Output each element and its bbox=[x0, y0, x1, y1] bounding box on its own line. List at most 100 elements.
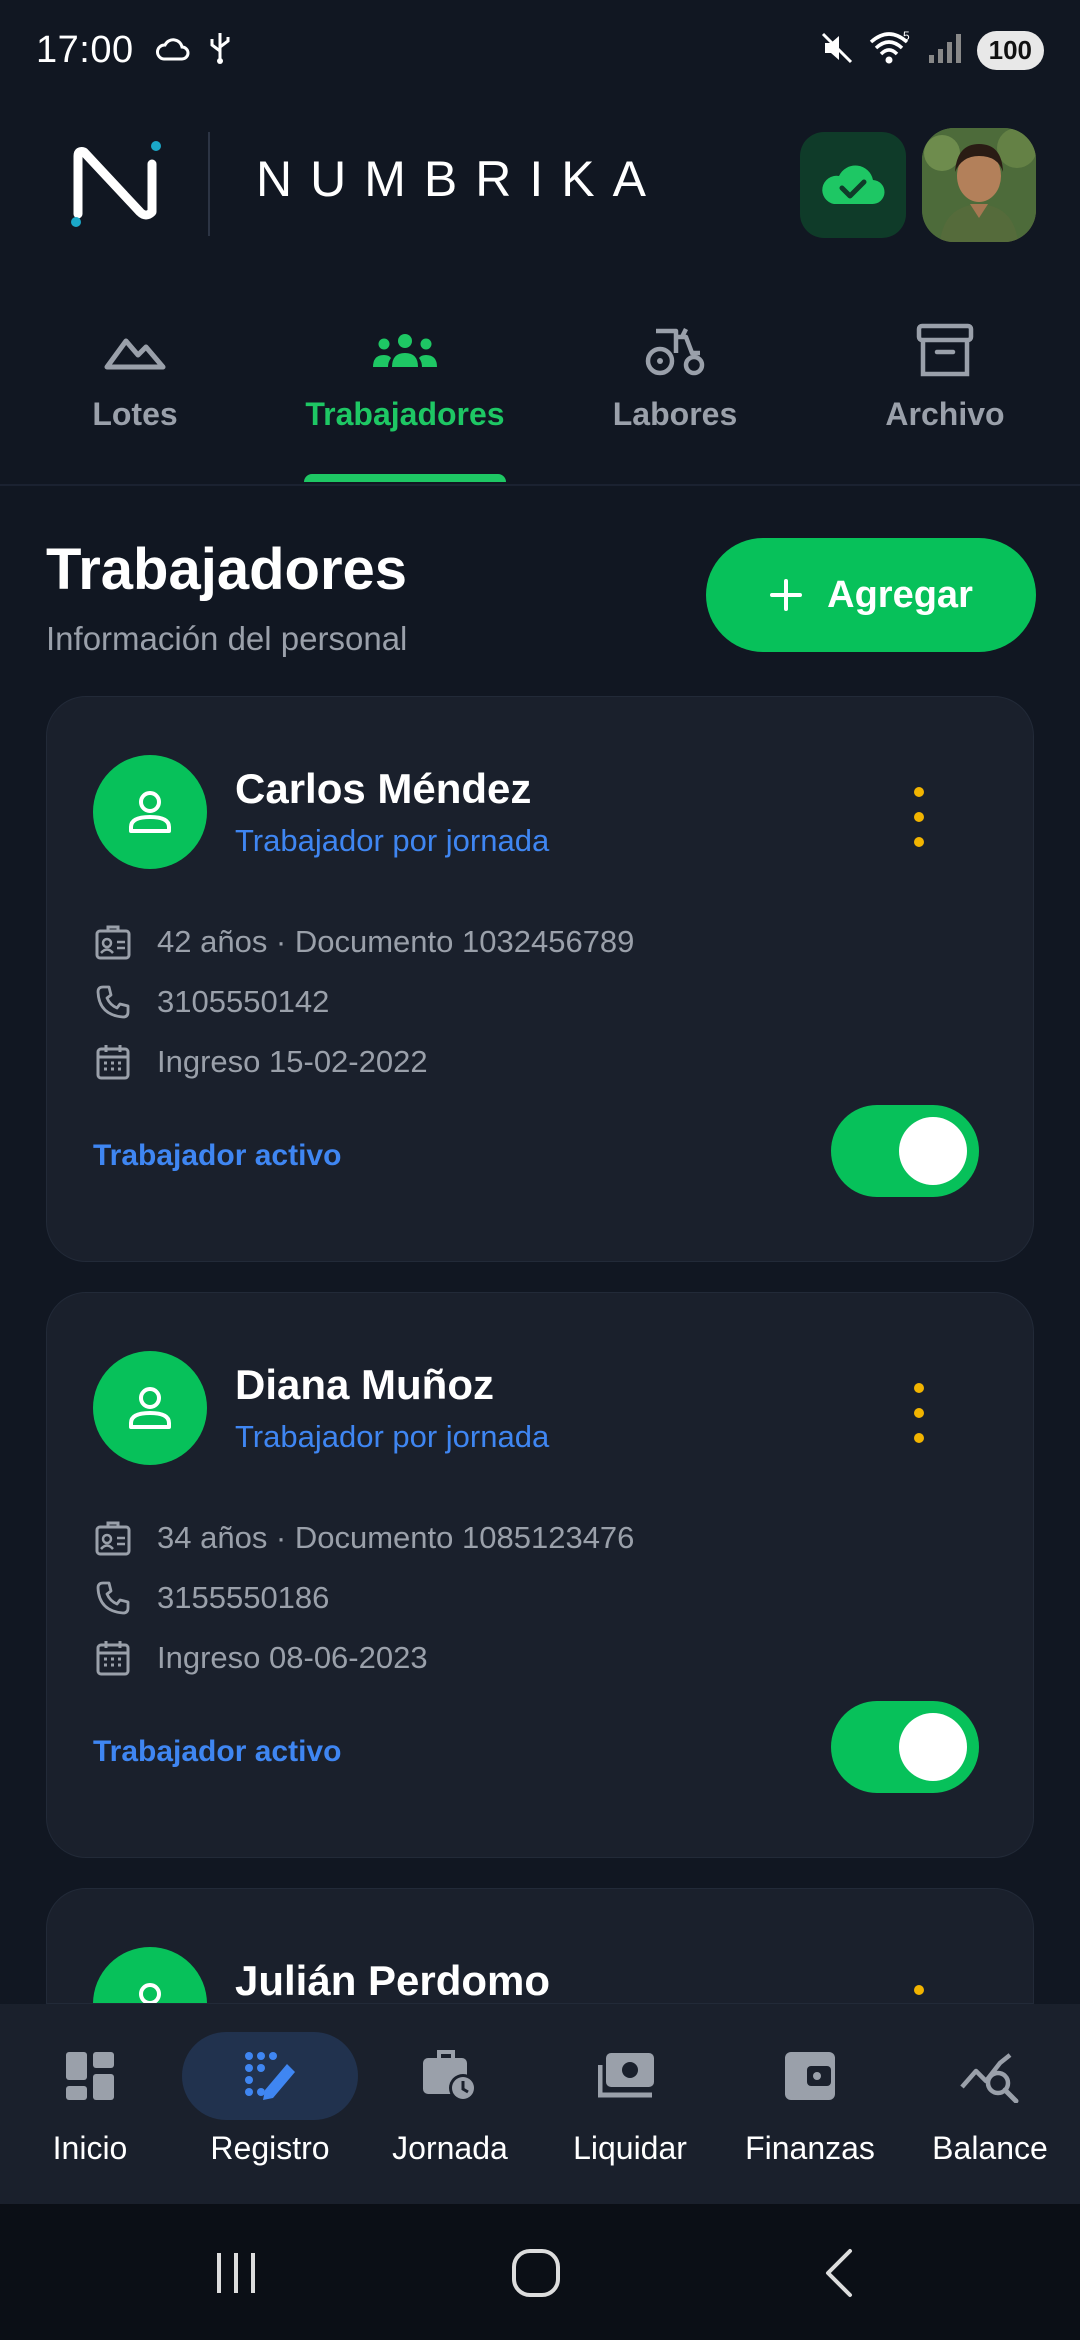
usb-icon bbox=[208, 31, 232, 70]
briefcase-clock-icon bbox=[421, 2044, 479, 2108]
active-toggle[interactable] bbox=[831, 1105, 979, 1197]
more-options-icon[interactable] bbox=[907, 1383, 931, 1443]
worker-role: Trabajador por jornada bbox=[235, 823, 550, 858]
person-icon bbox=[129, 791, 171, 833]
nav-jornada[interactable]: Jornada bbox=[360, 2004, 540, 2204]
back-icon bbox=[826, 2249, 852, 2297]
nav-label: Registro bbox=[210, 2130, 330, 2166]
nav-inicio[interactable]: Inicio bbox=[0, 2004, 180, 2204]
nav-balance[interactable]: Balance bbox=[900, 2004, 1080, 2204]
wallet-icon bbox=[783, 2044, 837, 2108]
tab-labores[interactable]: Labores bbox=[540, 300, 810, 484]
worker-card[interactable]: Carlos Méndez Trabajador por jornada 42 … bbox=[46, 696, 1034, 1262]
nav-label: Liquidar bbox=[573, 2130, 687, 2166]
tab-trabajadores[interactable]: Trabajadores bbox=[270, 300, 540, 484]
more-options-icon[interactable] bbox=[907, 787, 931, 847]
mute-icon bbox=[819, 30, 855, 71]
status-bar: 17:00 5 100 bbox=[0, 0, 1080, 100]
wifi-icon: 5 bbox=[869, 29, 913, 71]
worker-details: 34 años · Documento 1085123476 bbox=[157, 1520, 635, 1555]
nav-label: Jornada bbox=[392, 2130, 508, 2166]
add-worker-button[interactable]: Agregar bbox=[706, 538, 1036, 652]
tab-label: Trabajadores bbox=[305, 396, 505, 432]
worker-phone-row: 3155550186 bbox=[93, 1573, 329, 1623]
person-icon bbox=[129, 1387, 171, 1429]
payment-icon bbox=[598, 2044, 662, 2108]
app-header: NUMBRIKA bbox=[0, 110, 1080, 260]
cloud-sync-button[interactable] bbox=[800, 132, 906, 238]
recent-apps-button[interactable] bbox=[196, 2238, 276, 2308]
worker-avatar bbox=[93, 755, 207, 869]
tab-label: Lotes bbox=[92, 396, 178, 432]
more-options-icon[interactable] bbox=[907, 1985, 931, 2003]
worker-card[interactable]: Diana Muñoz Trabajador por jornada 34 añ… bbox=[46, 1292, 1034, 1858]
back-button[interactable] bbox=[800, 2238, 880, 2308]
phone-icon bbox=[93, 1578, 133, 1618]
toggle-knob bbox=[899, 1117, 967, 1185]
chart-search-icon bbox=[960, 2044, 1020, 2108]
tractor-icon bbox=[642, 316, 708, 386]
active-tab-indicator bbox=[304, 474, 506, 482]
user-photo-icon bbox=[922, 128, 1036, 242]
tab-label: Labores bbox=[612, 396, 738, 432]
worker-start-date: Ingreso 15-02-2022 bbox=[157, 1044, 428, 1079]
add-button-label: Agregar bbox=[827, 573, 973, 616]
worker-start-date: Ingreso 08-06-2023 bbox=[157, 1640, 428, 1675]
brand-name: NUMBRIKA bbox=[256, 151, 664, 207]
nav-label: Inicio bbox=[52, 2130, 128, 2166]
people-icon bbox=[370, 316, 440, 386]
user-avatar[interactable] bbox=[922, 128, 1036, 242]
cloud-check-icon bbox=[822, 165, 885, 205]
home-button[interactable] bbox=[496, 2238, 576, 2308]
dashboard-icon bbox=[64, 2044, 116, 2108]
numbrika-logo-icon bbox=[66, 134, 166, 234]
worker-id-row: 34 años · Documento 1085123476 bbox=[93, 1513, 634, 1563]
nav-liquidar[interactable]: Liquidar bbox=[540, 2004, 720, 2204]
worker-avatar bbox=[93, 1351, 207, 1465]
worker-start-row: Ingreso 15-02-2022 bbox=[93, 1037, 428, 1087]
system-navigation-bar bbox=[0, 2204, 1080, 2340]
bottom-navigation: Inicio Registro Jornada Liquidar Finanza… bbox=[0, 2004, 1080, 2204]
worker-id-row: 42 años · Documento 1032456789 bbox=[93, 917, 634, 967]
nav-label: Finanzas bbox=[745, 2130, 875, 2166]
tab-archivo[interactable]: Archivo bbox=[810, 300, 1080, 484]
worker-details: 42 años · Documento 1032456789 bbox=[157, 924, 635, 959]
recent-apps-icon bbox=[217, 2253, 255, 2293]
id-card-icon bbox=[93, 1518, 133, 1558]
battery-indicator: 100 bbox=[976, 30, 1044, 70]
worker-phone: 3155550186 bbox=[157, 1580, 330, 1615]
worker-name: Carlos Méndez bbox=[235, 765, 532, 812]
status-time: 17:00 bbox=[36, 28, 134, 71]
active-toggle[interactable] bbox=[831, 1701, 979, 1793]
tab-lotes[interactable]: Lotes bbox=[0, 300, 270, 484]
plus-icon bbox=[770, 579, 803, 611]
toggle-knob bbox=[899, 1713, 967, 1781]
home-icon bbox=[512, 2249, 560, 2297]
id-card-icon bbox=[93, 922, 133, 962]
worker-role: Trabajador por jornada bbox=[235, 1419, 550, 1454]
cloud-notification-icon bbox=[154, 33, 190, 68]
wifi-badge: 5 bbox=[903, 30, 910, 43]
worker-card[interactable]: Julián Perdomo bbox=[46, 1888, 1034, 2004]
worker-phone: 3105550142 bbox=[157, 984, 330, 1019]
mountain-icon bbox=[104, 316, 166, 386]
worker-name: Diana Muñoz bbox=[235, 1361, 494, 1408]
edit-grid-icon bbox=[243, 2044, 297, 2108]
archive-icon bbox=[915, 316, 975, 386]
page-title: Trabajadores bbox=[46, 537, 408, 602]
worker-name: Julián Perdomo bbox=[235, 1957, 551, 2004]
worker-start-row: Ingreso 08-06-2023 bbox=[93, 1633, 428, 1683]
phone-icon bbox=[93, 982, 133, 1022]
nav-registro[interactable]: Registro bbox=[180, 2004, 360, 2204]
logo-divider bbox=[208, 132, 210, 236]
section-tabs: Lotes Trabajadores Labores Archivo bbox=[0, 300, 1080, 484]
tabs-divider bbox=[0, 484, 1080, 486]
tab-label: Archivo bbox=[885, 396, 1005, 432]
signal-icon bbox=[927, 31, 963, 70]
person-icon bbox=[139, 1983, 161, 2003]
nav-finanzas[interactable]: Finanzas bbox=[720, 2004, 900, 2204]
calendar-icon bbox=[93, 1042, 133, 1082]
calendar-icon bbox=[93, 1638, 133, 1678]
page-subtitle: Información del personal bbox=[46, 620, 408, 657]
worker-avatar bbox=[93, 1947, 207, 2003]
